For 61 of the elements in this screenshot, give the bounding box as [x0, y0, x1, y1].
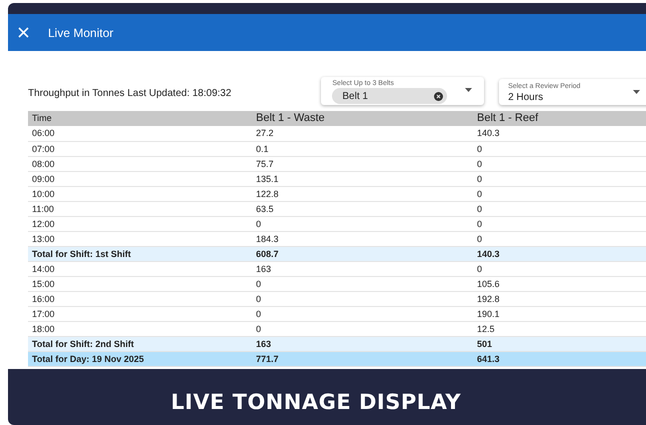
field-value: 2 Hours: [508, 91, 544, 105]
dropdown-caret-icon: [465, 88, 472, 92]
table-cell: 135.1: [252, 171, 473, 186]
table-cell: 0: [473, 216, 646, 231]
table-cell: 14:00: [28, 261, 252, 276]
dropdown-caret-icon: [632, 90, 640, 94]
table-cell: 0: [252, 306, 473, 321]
table-cell: 0: [473, 261, 646, 276]
table-cell: 122.8: [252, 186, 473, 201]
table-cell: 06:00: [28, 126, 252, 141]
table-cell: 16:00: [28, 291, 252, 306]
total-cell: 771.7: [252, 351, 473, 366]
table-cell: 17:00: [28, 306, 252, 321]
table-cell: 18:00: [28, 321, 252, 336]
total-cell: 163: [252, 336, 473, 351]
table-cell: 0: [473, 141, 646, 156]
total-cell: Total for Day: 19 Nov 2025: [28, 351, 252, 366]
table-cell: 27.2: [252, 126, 473, 141]
window-title: Live Monitor: [48, 24, 114, 42]
table-cell: 0: [473, 201, 646, 216]
column-header: Belt 1 - Reef: [473, 111, 646, 126]
table-cell: 0: [252, 291, 473, 306]
table-cell: 0.1: [252, 141, 473, 156]
table-cell: 192.8: [473, 291, 646, 306]
total-cell: 641.3: [473, 351, 646, 366]
total-cell: 140.3: [473, 246, 646, 261]
table-cell: 08:00: [28, 156, 252, 171]
table-cell: 0: [473, 171, 646, 186]
table-cell: 10:00: [28, 186, 252, 201]
table-cell: 190.1: [473, 306, 646, 321]
table-cell: 0: [252, 276, 473, 291]
table-cell: 0: [473, 186, 646, 201]
belt-chip[interactable]: Belt 1: [332, 88, 448, 104]
summary-text: Throughput in Tonnes Last Updated: 18:09:32: [28, 87, 232, 101]
table-cell: 0: [252, 216, 473, 231]
total-cell: 501: [473, 336, 646, 351]
table-cell: 12:00: [28, 216, 252, 231]
total-cell: Total for Shift: 1st Shift: [28, 246, 252, 261]
table-cell: 0: [473, 231, 646, 246]
table-cell: 09:00: [28, 171, 252, 186]
close-icon: [18, 27, 28, 38]
table-cell: 75.7: [252, 156, 473, 171]
table-cell: 13:00: [28, 231, 252, 246]
table-cell: 11:00: [28, 201, 252, 216]
table-cell: 0: [473, 156, 646, 171]
table-cell: 163: [252, 261, 473, 276]
table-cell: 07:00: [28, 141, 252, 156]
banner-title: LIVE TONNAGE DISPLAY: [170, 388, 462, 416]
table-cell: 184.3: [252, 231, 473, 246]
remove-chip-icon[interactable]: [434, 92, 444, 100]
total-cell: 608.7: [252, 246, 473, 261]
table-cell: 63.5: [252, 201, 473, 216]
table-cell: 12.5: [473, 321, 646, 336]
table-cell: 140.3: [473, 126, 646, 141]
close-button[interactable]: [16, 26, 30, 40]
column-header: Belt 1 - Waste: [252, 111, 473, 126]
column-header: Time: [28, 111, 252, 126]
table-cell: 105.6: [473, 276, 646, 291]
table-cell: 0: [252, 321, 473, 336]
table-cell: 15:00: [28, 276, 252, 291]
total-cell: Total for Shift: 2nd Shift: [28, 336, 252, 351]
